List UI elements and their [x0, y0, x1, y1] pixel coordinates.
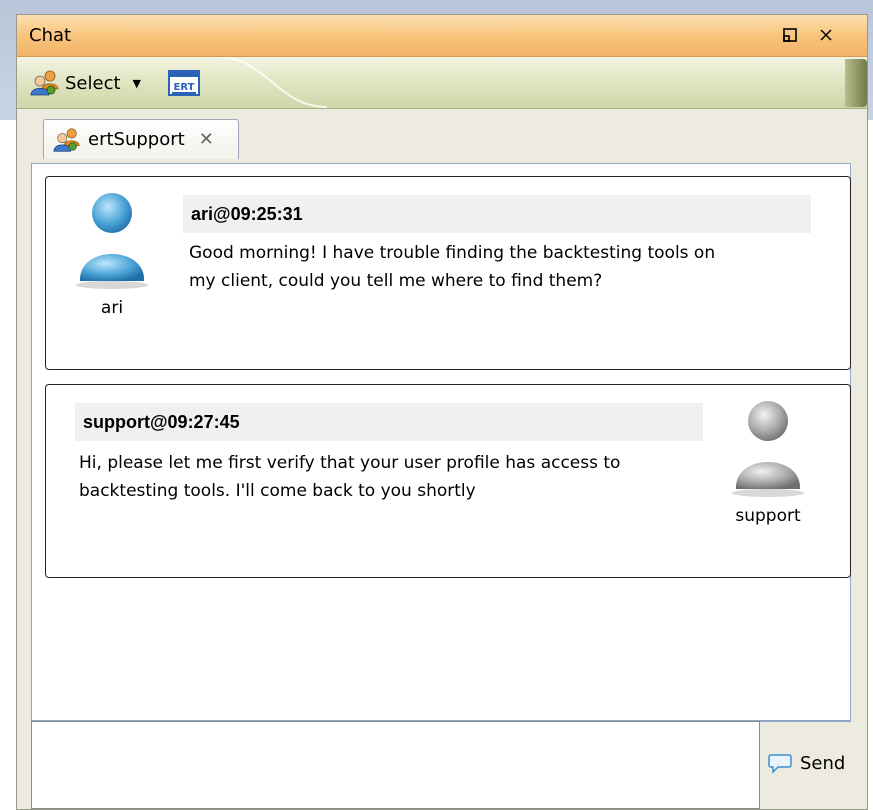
support-avatar-icon: [732, 401, 804, 497]
toolbar-decoration: [217, 57, 328, 108]
select-label: Select: [65, 72, 121, 94]
send-button[interactable]: Send: [768, 752, 845, 774]
title-bar[interactable]: Chat: [17, 15, 867, 57]
users-icon: [53, 127, 80, 152]
avatar: support: [728, 397, 808, 526]
chat-history[interactable]: ari ari@09:25:31 Good morning! I have tr…: [31, 163, 851, 721]
avatar: ari: [72, 189, 152, 318]
message-text-line: Good morning! I have trouble finding the…: [189, 243, 716, 263]
toolbar: Select ▼ ERT: [17, 57, 867, 109]
message-text-line: my client, could you tell me where to fi…: [189, 271, 603, 291]
message-text: Good morning! I have trouble finding the…: [189, 239, 829, 295]
tab-close-icon[interactable]: ✕: [199, 129, 214, 150]
maximize-icon: [783, 28, 797, 42]
tab-strip: ertSupport ✕: [17, 109, 867, 159]
message-header: support@09:27:45: [75, 403, 703, 441]
tab-ertsupport[interactable]: ertSupport ✕: [43, 119, 239, 159]
maximize-button[interactable]: [779, 24, 801, 46]
ert-icon-text: ERT: [174, 82, 195, 93]
tab-label: ertSupport: [88, 129, 185, 150]
chat-window: Chat Select ▼ ERT ertSupport ✕ ari ari@0…: [16, 14, 868, 810]
chat-message: support@09:27:45 Hi, please let me first…: [45, 384, 851, 578]
close-icon: [820, 29, 832, 41]
user-avatar-icon: [76, 193, 148, 289]
select-button[interactable]: Select ▼: [29, 67, 141, 99]
ert-icon: ERT: [168, 70, 200, 96]
message-text-line: Hi, please let me first verify that your…: [79, 453, 621, 473]
send-label: Send: [800, 752, 846, 774]
speech-bubble-icon: [768, 754, 792, 774]
window-title: Chat: [29, 25, 72, 46]
message-header: ari@09:25:31: [183, 195, 811, 233]
message-text-line: backtesting tools. I'll come back to you…: [79, 481, 476, 501]
message-input[interactable]: [31, 721, 760, 809]
close-button[interactable]: [815, 24, 837, 46]
toolbar-endcap: [845, 59, 867, 107]
avatar-name: ari: [100, 298, 124, 318]
message-text: Hi, please let me first verify that your…: [79, 449, 719, 505]
chat-message: ari ari@09:25:31 Good morning! I have tr…: [45, 176, 851, 370]
chevron-down-icon[interactable]: ▼: [133, 77, 141, 90]
send-area: Send: [760, 721, 851, 809]
users-icon: [30, 70, 59, 96]
avatar-name: support: [735, 506, 801, 526]
ert-button[interactable]: ERT: [167, 69, 201, 104]
